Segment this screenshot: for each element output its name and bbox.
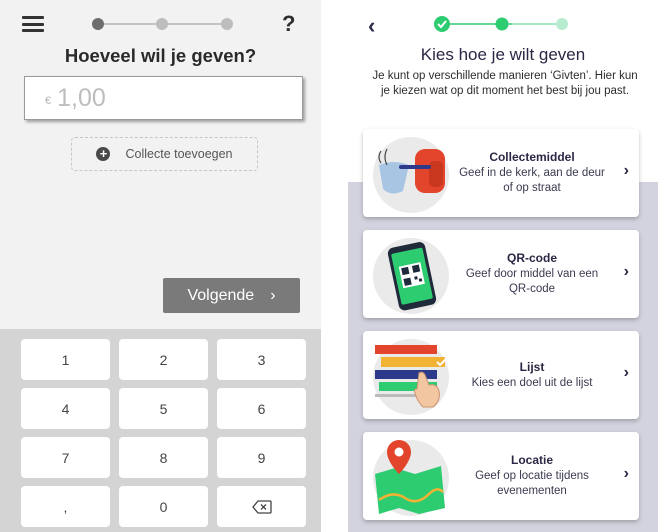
step-dot-1 xyxy=(92,18,104,30)
chevron-right-icon: › xyxy=(270,286,276,304)
amount-screen: ? Hoeveel wil je geven? € 1,00 + Collect… xyxy=(0,0,321,532)
map-location-icon xyxy=(373,440,449,516)
option-card-locatie[interactable]: Locatie Geef op locatie tijdens evenemen… xyxy=(363,432,639,520)
option-title: Collectemiddel xyxy=(489,150,575,164)
add-collect-button[interactable]: + Collecte toevoegen xyxy=(71,137,258,171)
key-backspace[interactable] xyxy=(217,486,306,527)
option-card-qr-code[interactable]: QR-code Geef door middel van een QR-code… xyxy=(363,230,639,318)
hamburger-menu-icon[interactable] xyxy=(22,16,44,32)
key-7[interactable]: 7 xyxy=(21,437,110,478)
key-1[interactable]: 1 xyxy=(21,339,110,380)
option-subtitle: Geef op locatie tijdens evenementen xyxy=(475,470,589,497)
key-0[interactable]: 0 xyxy=(119,486,208,527)
key-2[interactable]: 2 xyxy=(119,339,208,380)
option-title: Lijst xyxy=(519,359,545,374)
step-dot-current xyxy=(495,17,509,31)
chevron-right-icon: › xyxy=(623,162,629,179)
option-subtitle: Geef in de kerk, aan de deur of op straa… xyxy=(459,167,605,194)
option-title: QR-code xyxy=(506,251,557,265)
amount-input[interactable]: € 1,00 xyxy=(24,76,303,120)
page-title: Kies hoe je wilt geven xyxy=(420,45,586,64)
next-button-label: Volgende xyxy=(187,286,255,304)
key-comma[interactable]: , xyxy=(21,486,110,527)
key-5[interactable]: 5 xyxy=(119,388,208,429)
help-icon[interactable]: ? xyxy=(282,11,295,37)
numeric-keypad: 1 2 3 4 5 6 7 8 9 , 0 xyxy=(0,329,321,532)
next-button[interactable]: Volgende › xyxy=(163,278,300,313)
key-8[interactable]: 8 xyxy=(119,437,208,478)
key-4[interactable]: 4 xyxy=(21,388,110,429)
plus-circle-icon: + xyxy=(96,147,111,161)
key-3[interactable]: 3 xyxy=(217,339,306,380)
step-dot-done xyxy=(434,16,450,32)
option-title: Locatie xyxy=(510,453,553,467)
step-dot-2 xyxy=(156,18,168,30)
option-subtitle: Kies een doel uit de lijst xyxy=(471,376,593,389)
page-description: Je kunt op verschillende manieren ‘Givte… xyxy=(372,70,638,97)
chevron-right-icon: › xyxy=(623,465,629,482)
option-card-lijst[interactable]: Lijst Kies een doel uit de lijst › xyxy=(363,331,639,419)
backspace-icon xyxy=(251,499,272,514)
step-dot-3 xyxy=(221,18,233,30)
back-chevron-icon[interactable]: ‹ xyxy=(368,13,375,39)
key-9[interactable]: 9 xyxy=(217,437,306,478)
give-method-screen: ‹ Kies hoe je wilt geven Je kunt op vers… xyxy=(348,0,658,532)
step-dot-next xyxy=(556,18,568,30)
step-progress-indicator xyxy=(434,16,568,32)
qr-code-phone-icon xyxy=(373,238,449,314)
list-select-icon xyxy=(373,339,449,415)
amount-value: 1,00 xyxy=(57,83,106,112)
chevron-right-icon: › xyxy=(623,364,629,381)
add-collect-label: Collecte toevoegen xyxy=(125,147,233,161)
currency-symbol: € xyxy=(45,95,52,107)
page-title: Hoeveel wil je geven? xyxy=(64,45,257,66)
option-subtitle: Geef door middel van een QR-code xyxy=(465,268,599,295)
key-6[interactable]: 6 xyxy=(217,388,306,429)
option-card-collectemiddel[interactable]: Collectemiddel Geef in de kerk, aan de d… xyxy=(363,129,639,217)
collection-bag-icon xyxy=(373,137,449,213)
chevron-right-icon: › xyxy=(623,263,629,280)
step-progress-indicator xyxy=(92,18,233,30)
